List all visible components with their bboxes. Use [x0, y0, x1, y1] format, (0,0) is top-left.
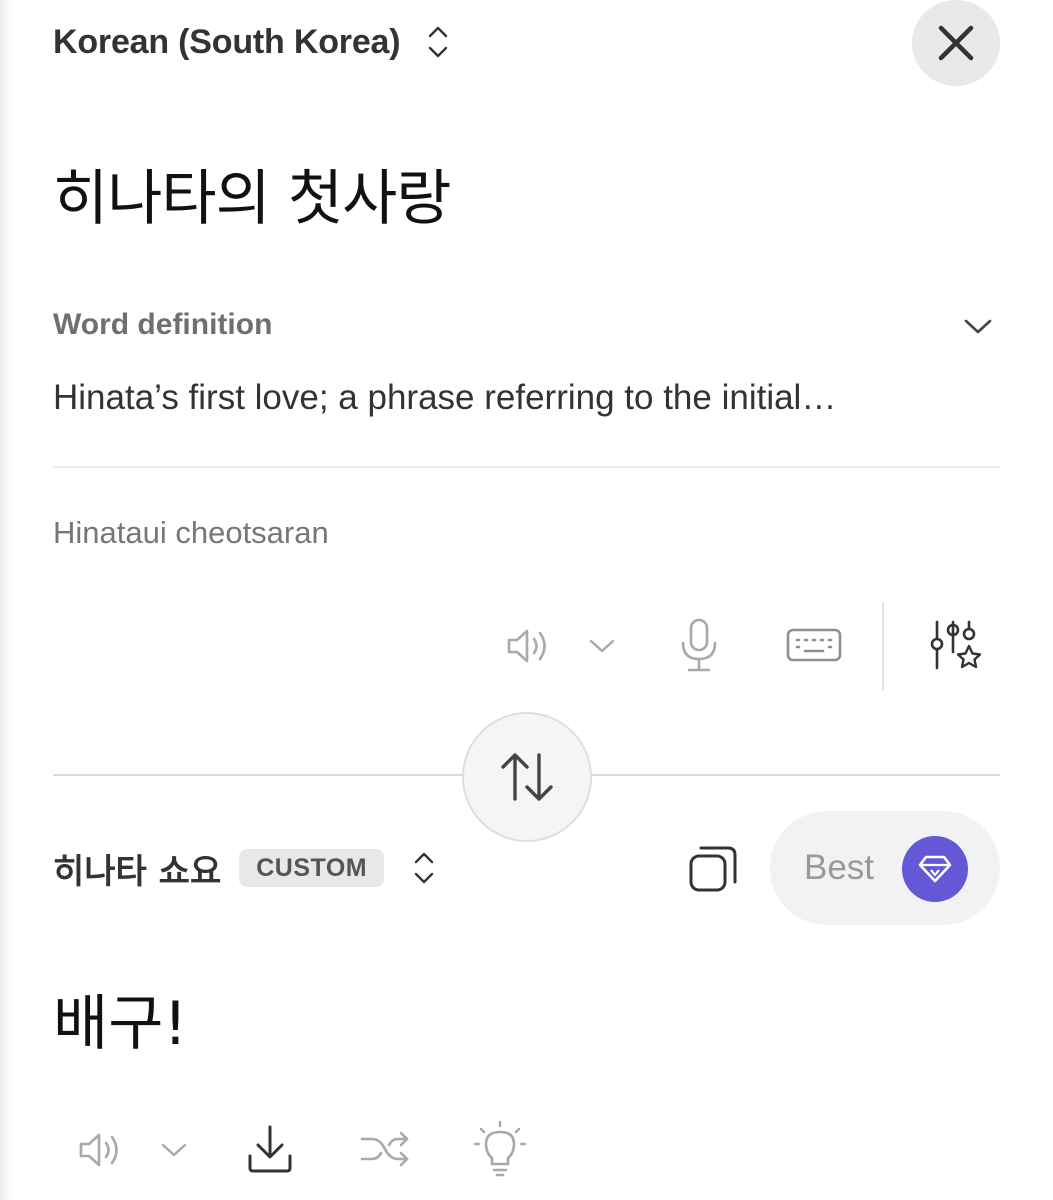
custom-badge: CUSTOM — [239, 849, 385, 887]
settings-sliders-star-icon — [930, 620, 982, 670]
source-text[interactable]: 히나타의 첫사랑 — [53, 150, 451, 237]
target-language-label: 히나타 쇼요 — [53, 851, 222, 892]
best-quality-button[interactable]: Best — [770, 811, 1000, 925]
updown-icon — [426, 22, 450, 62]
window-edge — [0, 0, 12, 1200]
keyboard-button[interactable] — [782, 622, 846, 668]
chevron-down-icon — [161, 1143, 187, 1157]
target-language-selector[interactable]: 히나타 쇼요 CUSTOM — [53, 842, 436, 894]
speaker-icon — [79, 1133, 118, 1167]
chevron-down-icon[interactable] — [962, 312, 994, 340]
settings-button[interactable] — [924, 616, 986, 678]
close-icon — [938, 25, 974, 61]
definition-label: Word definition — [53, 308, 273, 341]
microphone-button[interactable] — [672, 616, 726, 676]
shuffle-button[interactable] — [356, 1124, 414, 1174]
copy-icon — [689, 846, 737, 892]
definition-text: Hinata’s first love; a phrase referring … — [53, 378, 837, 417]
target-speaker-button[interactable] — [72, 1124, 128, 1176]
speaker-icon — [507, 629, 546, 663]
toolbar-separator — [882, 602, 884, 690]
copy-button[interactable] — [684, 840, 742, 898]
download-button[interactable] — [242, 1120, 298, 1178]
gem-icon — [902, 836, 968, 902]
microphone-icon — [681, 618, 717, 672]
translation-text[interactable]: 배구! — [53, 975, 187, 1062]
best-label: Best — [804, 848, 875, 887]
transliteration-text: Hinataui cheotsaran — [53, 515, 329, 550]
updown-icon — [412, 848, 436, 888]
shuffle-icon — [360, 1131, 409, 1167]
source-language-label: Korean (South Korea) — [53, 22, 401, 61]
lightbulb-icon — [473, 1120, 527, 1177]
tips-button[interactable] — [472, 1120, 528, 1178]
swap-icon — [501, 753, 553, 801]
target-voice-dropdown-button[interactable] — [158, 1134, 190, 1166]
speaker-button[interactable] — [500, 620, 556, 672]
voice-dropdown-button[interactable] — [586, 630, 618, 662]
keyboard-icon — [786, 628, 842, 662]
download-icon — [248, 1125, 292, 1173]
divider — [53, 466, 1000, 468]
source-language-selector[interactable]: Korean (South Korea) — [53, 18, 450, 66]
close-button[interactable] — [912, 0, 1000, 86]
swap-languages-button[interactable] — [462, 712, 592, 842]
chevron-down-icon — [589, 639, 615, 653]
